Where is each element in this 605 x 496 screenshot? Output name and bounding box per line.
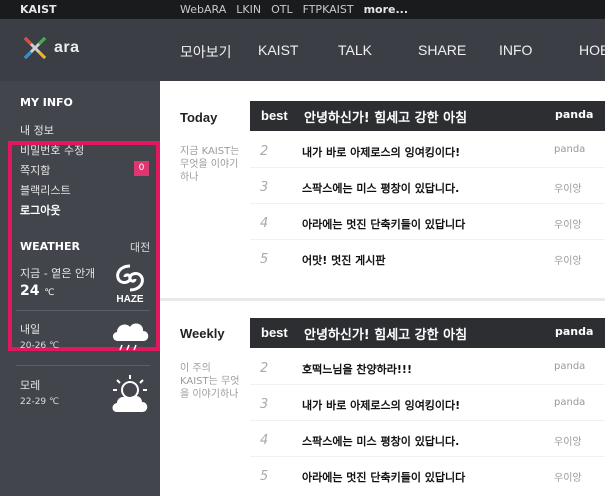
row-divider — [250, 384, 605, 385]
today-row-2[interactable]: 2 내가 바로 아제로스의 잉여킹이다! panda — [250, 138, 605, 168]
nav-talk[interactable]: TALK — [338, 42, 418, 62]
weather-now-label: 지금 - 옅은 안개 — [20, 267, 96, 280]
haze-icon-label: HAZE — [116, 294, 144, 304]
more-link[interactable]: more... — [364, 3, 408, 16]
post-author: panda — [554, 144, 586, 155]
now-temp-value: 24 — [20, 283, 40, 299]
row-divider — [250, 456, 605, 457]
weekly-description: 이 주의 KAIST는 무엇을 이야기하나 — [180, 363, 240, 400]
weekly-row-3[interactable]: 3 내가 바로 아제로스의 잉여킹이다! panda — [250, 391, 605, 421]
site-header: ara 모아보기 KAIST TALK SHARE INFO HOB — [0, 19, 605, 81]
rank-number: 3 — [260, 180, 269, 195]
post-title[interactable]: 호떡느님을 찬양하라!!! — [302, 361, 412, 377]
webara-link[interactable]: WebARA — [180, 3, 226, 16]
temp-unit: ℃ — [44, 288, 55, 298]
ftpkaist-link[interactable]: FTPKAIST — [303, 3, 354, 16]
today-description: 지금 KAIST는 무엇을 이야기하나 — [180, 146, 240, 183]
nav-all[interactable]: 모아보기 — [180, 42, 258, 62]
weather-divider — [16, 365, 150, 366]
post-title[interactable]: 안녕하신가! 힘세고 강한 아침 — [304, 324, 467, 343]
row-divider — [250, 239, 605, 240]
post-title[interactable]: 내가 바로 아제로스의 잉여킹이다! — [302, 397, 460, 413]
weekly-row-5[interactable]: 5 아라에는 멋진 단축키들이 있답니다 우이앙 — [250, 463, 605, 493]
partly-cloudy-icon — [112, 375, 148, 412]
weather-now-temp: 24 ℃ — [20, 283, 54, 299]
post-title[interactable]: 내가 바로 아제로스의 잉여킹이다! — [302, 144, 460, 160]
today-row-4[interactable]: 4 아라에는 멋진 단축키들이 있답니다 우이앙 — [250, 210, 605, 240]
weekly-label: Weekly — [180, 326, 225, 341]
nav-hobby[interactable]: HOB — [579, 42, 605, 62]
weather-tomorrow-temp: 20-26 ℃ — [20, 341, 60, 351]
section-divider — [160, 298, 605, 301]
weather-city: 대전 — [130, 241, 151, 254]
weather-title: WEATHER — [20, 240, 81, 253]
best-tag: best — [261, 108, 288, 123]
otl-link[interactable]: OTL — [271, 3, 293, 16]
rank-number: 4 — [260, 216, 269, 231]
post-author: 우이앙 — [554, 220, 582, 231]
post-title[interactable]: 어맛! 멋진 게시판 — [302, 252, 386, 268]
today-label: Today — [180, 110, 218, 125]
rank-number: 2 — [260, 144, 269, 159]
today-best-row[interactable]: best 안녕하신가! 힘세고 강한 아침 panda — [250, 101, 605, 131]
nav-share[interactable]: SHARE — [418, 42, 499, 62]
post-author: 우이앙 — [554, 473, 582, 484]
post-title[interactable]: 안녕하신가! 힘세고 강한 아침 — [304, 107, 467, 126]
rank-number: 5 — [260, 252, 269, 267]
row-divider — [250, 420, 605, 421]
post-title[interactable]: 스팍스에는 미스 평창이 있답니다. — [302, 433, 459, 449]
weekly-best-row[interactable]: best 안녕하신가! 힘세고 강한 아침 panda — [250, 318, 605, 348]
today-row-3[interactable]: 3 스팍스에는 미스 평창이 있답니다. 우이앙 — [250, 174, 605, 204]
kaist-link[interactable]: KAIST — [20, 3, 57, 16]
post-title[interactable]: 스팍스에는 미스 평창이 있답니다. — [302, 180, 459, 196]
weather-divider — [16, 310, 150, 311]
nav-kaist[interactable]: KAIST — [258, 42, 338, 62]
weather-dayafter-label: 모레 — [20, 379, 41, 392]
post-title[interactable]: 아라에는 멋진 단축키들이 있답니다 — [302, 469, 465, 485]
main-nav: 모아보기 KAIST TALK SHARE INFO HOB — [180, 42, 605, 62]
row-divider — [250, 167, 605, 168]
rank-number: 3 — [260, 397, 269, 412]
post-author: panda — [554, 361, 586, 372]
rain-cloud-icon — [112, 323, 149, 351]
weekly-row-4[interactable]: 4 스팍스에는 미스 평창이 있답니다. 우이앙 — [250, 427, 605, 457]
nav-info[interactable]: INFO — [499, 42, 579, 62]
row-divider — [250, 203, 605, 204]
post-author: 우이앙 — [554, 437, 582, 448]
rank-number: 4 — [260, 433, 269, 448]
post-author: 우이앙 — [554, 184, 582, 195]
rank-number: 2 — [260, 361, 269, 376]
post-author: 우이앙 — [554, 256, 582, 267]
weekly-row-2[interactable]: 2 호떡느님을 찬양하라!!! panda — [250, 355, 605, 385]
logo-text: ara — [54, 39, 80, 56]
lkin-link[interactable]: LKIN — [236, 3, 261, 16]
portal-links: WebARA LKIN OTL FTPKAIST more... — [180, 3, 408, 16]
post-author: panda — [555, 325, 594, 338]
rank-number: 5 — [260, 469, 269, 484]
ara-logo-icon — [23, 36, 47, 60]
ara-logo[interactable]: ara — [22, 35, 80, 61]
haze-icon: HAZE — [116, 264, 144, 304]
post-author: panda — [555, 108, 594, 121]
post-author: panda — [554, 397, 586, 408]
today-row-5[interactable]: 5 어맛! 멋진 게시판 우이앙 — [250, 246, 605, 276]
weather-tomorrow-label: 내일 — [20, 323, 41, 336]
best-tag: best — [261, 325, 288, 340]
post-title[interactable]: 아라에는 멋진 단축키들이 있답니다 — [302, 216, 465, 232]
sidebar-item-profile[interactable]: 내 정보 — [20, 122, 54, 138]
weather-dayafter-temp: 22-29 ℃ — [20, 397, 60, 407]
my-info-title: MY INFO — [20, 96, 73, 109]
top-bar: KAIST WebARA LKIN OTL FTPKAIST more... — [0, 0, 605, 19]
